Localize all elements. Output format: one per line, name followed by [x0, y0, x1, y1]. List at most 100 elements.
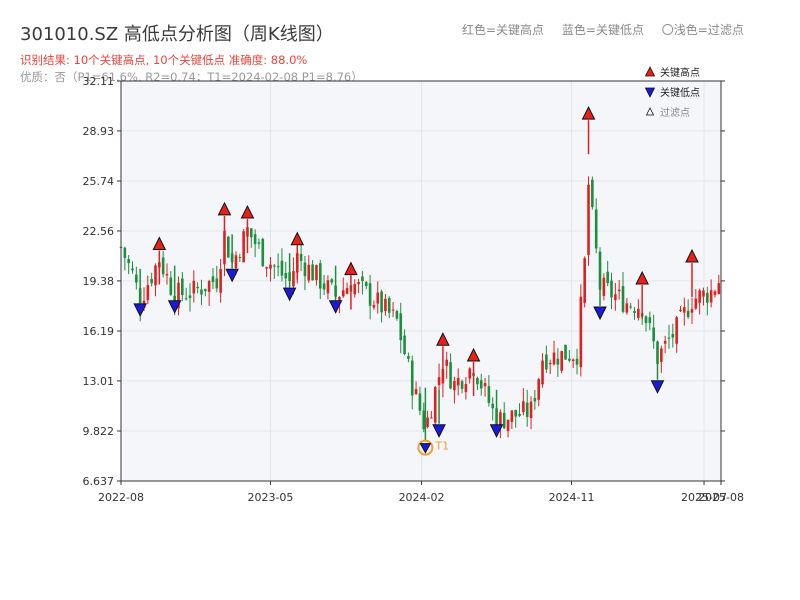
candle-body [192, 280, 196, 294]
candle-body [522, 401, 525, 413]
kline-chart: T1 6.637 9.822 13.01 16.19 19.38 22.56 25.74 28… [83, 66, 744, 504]
candle-body [556, 358, 560, 365]
candle-body [403, 335, 406, 355]
candle-body [257, 242, 261, 244]
candle-body [395, 311, 399, 319]
candle-body [483, 383, 487, 387]
candle-body [533, 397, 537, 402]
candle-body [548, 363, 552, 365]
candle-body [437, 377, 441, 386]
candle-body [204, 288, 207, 292]
x-axis-ticks: 2022-08 2023-05 2024-02 2024-11 2025-072025-… [98, 481, 744, 504]
candle-body [671, 333, 675, 338]
candle-body [621, 286, 625, 312]
candle-body [376, 292, 380, 304]
candle-body [280, 260, 284, 276]
candle-body [215, 278, 219, 289]
candle-body [545, 354, 548, 370]
t1-label: T1 [434, 440, 449, 453]
candle-body [272, 265, 276, 267]
y-tick-label: 19.38 [83, 275, 115, 288]
x-tick-label: 2024-02 [399, 491, 445, 504]
candle-body [614, 294, 617, 301]
candle-body [594, 209, 598, 249]
y-tick-label: 13.01 [83, 375, 115, 388]
candle-body [487, 386, 491, 403]
candle-body [353, 284, 357, 295]
candle-body [326, 280, 330, 294]
candle-body [315, 265, 318, 281]
candle-body [361, 276, 364, 282]
candle-body [644, 316, 648, 323]
candle-body [146, 285, 150, 301]
candle-body [587, 184, 590, 255]
candle-body [368, 283, 372, 306]
candle-body [675, 317, 678, 344]
candle-body [456, 378, 460, 386]
candle-body [322, 283, 326, 290]
candle-body [265, 267, 268, 269]
candle-body [537, 379, 541, 400]
legend-label: 关键低点 [660, 86, 700, 99]
candle-body [575, 358, 579, 365]
candle-body [188, 295, 192, 298]
candle-body [468, 368, 472, 379]
candle-body [541, 360, 544, 385]
candle-body [234, 255, 238, 269]
candle-body [303, 262, 307, 277]
candle-body [380, 291, 383, 313]
candle-body [591, 179, 594, 208]
x-tick-label: 2023-05 [247, 491, 293, 504]
candle-body [637, 308, 640, 318]
candle-body [610, 280, 613, 298]
candle-body [219, 268, 222, 293]
candle-body [660, 348, 663, 362]
x-tick-label: 2022-08 [98, 491, 144, 504]
candle-body [583, 258, 586, 303]
candle-body [238, 257, 242, 259]
candle-body [579, 296, 583, 368]
candle-body [667, 337, 671, 339]
candle-body [284, 273, 288, 279]
candle-body [602, 277, 606, 296]
candle-body [706, 292, 709, 303]
candle-body [464, 384, 468, 392]
candle-body [292, 271, 295, 287]
candle-body [150, 279, 153, 284]
candle-body [529, 401, 533, 419]
y-tick-label: 28.93 [83, 125, 115, 138]
candle-body [226, 236, 230, 258]
x-tick-label: 2024-11 [549, 491, 595, 504]
candle-body [161, 257, 165, 275]
candle-body [686, 310, 690, 318]
candle-body [123, 247, 127, 258]
candle-body [713, 291, 717, 295]
candle-body [698, 290, 701, 303]
candle-body [445, 359, 449, 366]
candle-body [479, 380, 483, 389]
candle-body [568, 358, 571, 361]
candle-body [571, 359, 575, 362]
y-tick-label: 22.56 [83, 225, 115, 238]
candle-body [269, 264, 272, 269]
candle-body [387, 297, 391, 313]
candle-body [299, 253, 303, 261]
candle-body [391, 309, 395, 311]
y-tick-label: 6.637 [83, 475, 115, 488]
candle-body [131, 268, 134, 271]
candle-body [261, 238, 265, 267]
candle-body [127, 259, 130, 264]
legend-label: 关键高点 [660, 66, 700, 79]
y-tick-label: 16.19 [83, 325, 115, 338]
candle-body [311, 264, 314, 281]
y-tick-label: 25.74 [83, 175, 115, 188]
legend-high-icon [644, 66, 656, 77]
candle-body [514, 409, 518, 417]
candle-body [399, 313, 403, 341]
x-tick-label: 2025-08 [698, 491, 744, 504]
candle-body [154, 265, 157, 286]
candle-body [372, 305, 376, 308]
candle-body [418, 393, 422, 411]
candle-body [502, 412, 506, 429]
candle-body [165, 274, 169, 276]
